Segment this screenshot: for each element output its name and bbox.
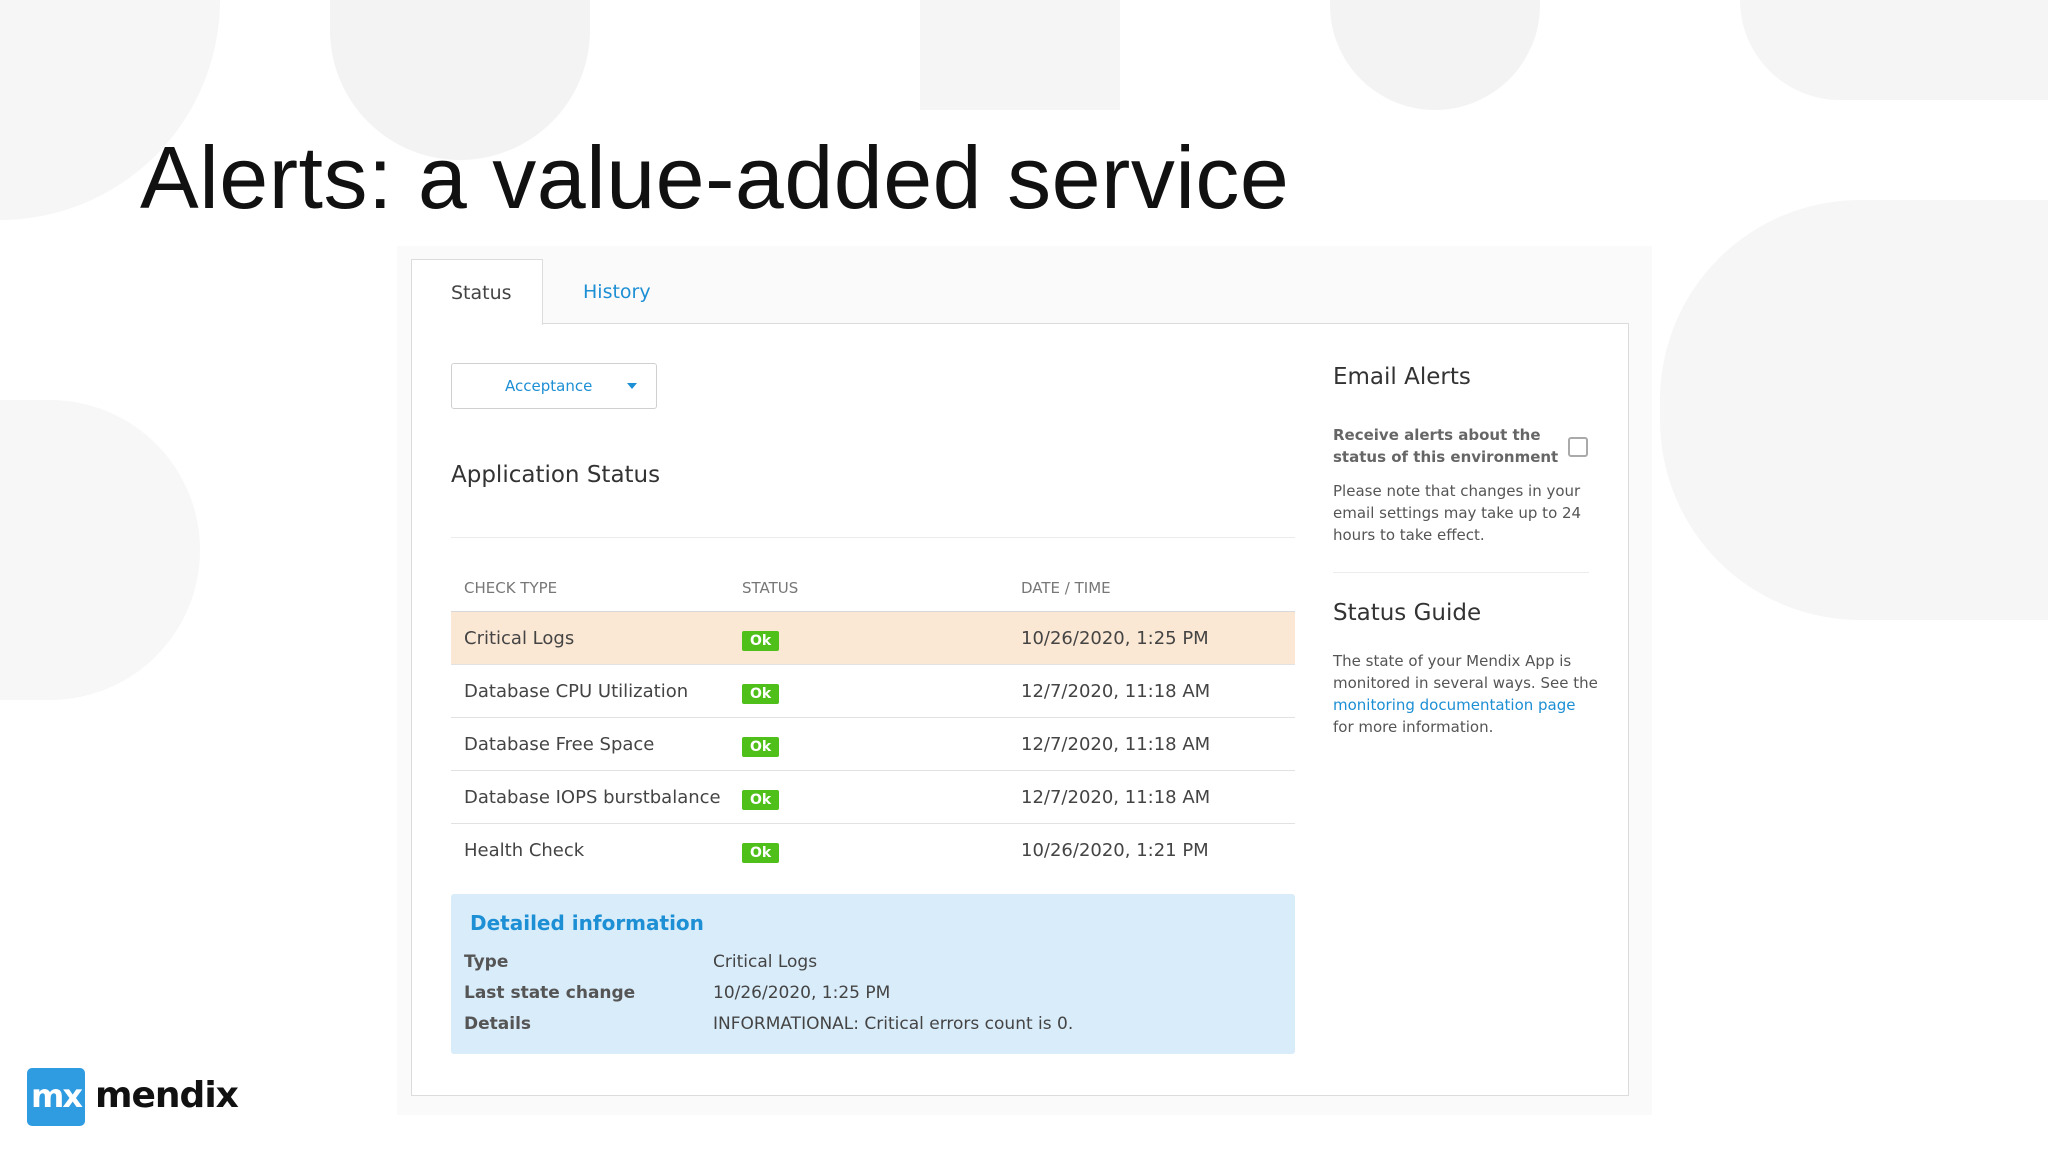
- status-table: Critical Logs Ok 10/26/2020, 1:25 PM Dat…: [451, 612, 1295, 877]
- tab-history[interactable]: History: [583, 259, 651, 325]
- check-type-cell: Database Free Space: [464, 734, 655, 755]
- detail-last-change-value: 10/26/2020, 1:25 PM: [713, 983, 891, 1003]
- email-alerts-note: Please note that changes in your email s…: [1333, 482, 1582, 544]
- table-row[interactable]: Health Check Ok 10/26/2020, 1:21 PM: [451, 824, 1295, 877]
- status-cell: Ok: [742, 788, 780, 810]
- status-badge: Ok: [742, 790, 780, 810]
- email-alerts-checkbox-label: Receive alerts about the status of this …: [1333, 426, 1559, 466]
- chevron-down-icon: [627, 383, 637, 389]
- status-badge: Ok: [742, 684, 780, 704]
- mendix-logo-word: mendix: [95, 1075, 239, 1116]
- date-time-cell: 10/26/2020, 1:25 PM: [1021, 628, 1209, 649]
- column-header-status[interactable]: STATUS: [742, 579, 798, 597]
- background-shape: [1330, 0, 1540, 110]
- date-time-cell: 12/7/2020, 11:18 AM: [1021, 734, 1211, 755]
- detailed-information-panel: Detailed information Type Critical Logs …: [451, 894, 1295, 1054]
- status-badge: Ok: [742, 843, 780, 863]
- section-divider: [451, 537, 1295, 538]
- detail-details-label: Details: [464, 1014, 532, 1034]
- background-shape: [1740, 0, 2048, 100]
- email-alerts-title: Email Alerts: [1333, 364, 1471, 390]
- check-type-cell: Database IOPS burstbalance: [464, 787, 721, 808]
- background-shape: [0, 400, 200, 700]
- detail-type-label: Type: [464, 952, 509, 972]
- monitoring-documentation-link[interactable]: monitoring documentation page: [1333, 696, 1576, 714]
- status-badge: Ok: [742, 737, 780, 757]
- table-row[interactable]: Database Free Space Ok 12/7/2020, 11:18 …: [451, 718, 1295, 771]
- detail-type-value: Critical Logs: [713, 952, 818, 972]
- column-header-date-time[interactable]: DATE / TIME: [1021, 579, 1111, 597]
- detail-details-value: INFORMATIONAL: Critical errors count is …: [713, 1014, 1074, 1034]
- check-type-cell: Critical Logs: [464, 628, 575, 649]
- sidebar-divider: [1333, 572, 1589, 573]
- background-shape: [920, 0, 1120, 110]
- check-type-cell: Health Check: [464, 840, 585, 861]
- status-badge: Ok: [742, 631, 780, 651]
- status-cell: Ok: [742, 841, 780, 863]
- background-shape: [1660, 200, 2048, 620]
- status-guide-text-after: for more information.: [1333, 718, 1494, 736]
- status-guide-text-before: The state of your Mendix App is monitore…: [1333, 652, 1598, 692]
- status-cell: Ok: [742, 735, 780, 757]
- date-time-cell: 12/7/2020, 11:18 AM: [1021, 681, 1211, 702]
- table-row[interactable]: Critical Logs Ok 10/26/2020, 1:25 PM: [451, 612, 1295, 665]
- table-row[interactable]: Database IOPS burstbalance Ok 12/7/2020,…: [451, 771, 1295, 824]
- date-time-cell: 10/26/2020, 1:21 PM: [1021, 840, 1209, 861]
- detail-last-change-label: Last state change: [464, 983, 636, 1003]
- environment-dropdown-value: Acceptance: [505, 377, 593, 395]
- status-guide-text: The state of your Mendix App is monitore…: [1333, 650, 1598, 738]
- status-cell: Ok: [742, 629, 780, 651]
- environment-dropdown[interactable]: Acceptance: [451, 363, 657, 409]
- tab-status[interactable]: Status: [411, 259, 543, 325]
- table-row[interactable]: Database CPU Utilization Ok 12/7/2020, 1…: [451, 665, 1295, 718]
- status-cell: Ok: [742, 682, 780, 704]
- status-guide-title: Status Guide: [1333, 600, 1482, 626]
- slide-title: Alerts: a value-added service: [140, 128, 1290, 227]
- check-type-cell: Database CPU Utilization: [464, 681, 689, 702]
- mendix-logo-mark: mx: [27, 1068, 85, 1126]
- application-status-title: Application Status: [451, 462, 661, 488]
- date-time-cell: 12/7/2020, 11:18 AM: [1021, 787, 1211, 808]
- email-alerts-checkbox[interactable]: [1568, 437, 1588, 457]
- detailed-information-title: Detailed information: [470, 911, 704, 935]
- column-header-check-type[interactable]: CHECK TYPE: [464, 579, 557, 597]
